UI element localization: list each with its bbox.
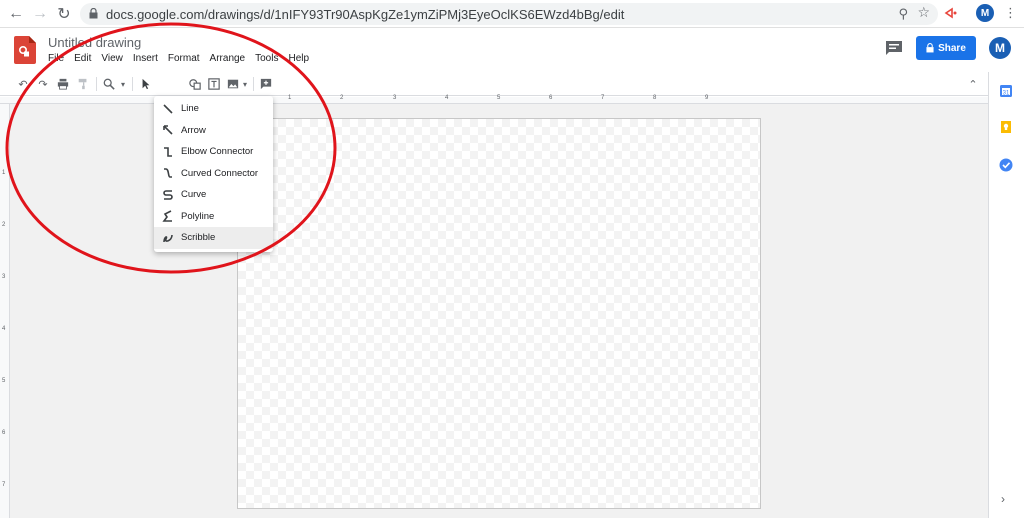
menu-item-arrow[interactable]: Arrow — [154, 120, 273, 142]
browser-profile-avatar[interactable]: M — [976, 4, 994, 22]
tasks-icon[interactable] — [999, 158, 1013, 172]
svg-text:31: 31 — [1003, 91, 1010, 97]
print-icon[interactable] — [56, 77, 70, 91]
toolbar-divider — [96, 77, 97, 91]
calendar-icon[interactable]: 31 — [999, 84, 1013, 98]
ruler-tick: 5 — [497, 95, 501, 101]
redo-icon[interactable]: ↷ — [36, 77, 50, 91]
menu-item-label: Curve — [181, 189, 207, 201]
browser-toolbar: ← → ↻ docs.google.com/drawings/d/1nIFY93… — [0, 0, 1024, 28]
ruler-tick: 7 — [601, 95, 605, 101]
toolbar-divider — [253, 77, 254, 91]
ruler-tick: 2 — [340, 95, 344, 101]
ruler-tick: 6 — [2, 430, 6, 436]
ruler-tick: 9 — [705, 95, 709, 101]
expand-panel-chevron-icon[interactable]: › — [1001, 492, 1005, 506]
shape-icon[interactable] — [188, 77, 202, 91]
paint-format-icon[interactable] — [76, 77, 90, 91]
document-title[interactable]: Untitled drawing — [48, 35, 141, 50]
ruler-tick: 4 — [445, 95, 449, 101]
comment-history-icon[interactable] — [884, 39, 904, 57]
address-bar[interactable]: docs.google.com/drawings/d/1nIFY93Tr90As… — [80, 3, 938, 25]
toolbar-divider — [132, 77, 133, 91]
ruler-tick: 3 — [2, 274, 6, 280]
menu-item-label: Polyline — [181, 210, 215, 222]
menu-item-label: Scribble — [181, 232, 216, 244]
menu-item-label: Line — [181, 103, 199, 115]
ruler-tick: 6 — [549, 95, 553, 101]
menu-item-curve[interactable]: Curve — [154, 184, 273, 206]
menu-item-label: Arrow — [181, 124, 206, 136]
menu-insert[interactable]: Insert — [133, 53, 158, 64]
vertical-ruler: 1 2 3 4 5 6 7 — [0, 104, 10, 518]
menu-item-polyline[interactable]: Polyline — [154, 206, 273, 228]
line-icon — [162, 103, 174, 115]
zoom-icon[interactable]: ⚲ — [898, 6, 908, 22]
share-label: Share — [938, 42, 966, 54]
add-comment-icon[interactable] — [259, 77, 273, 91]
menu-item-label: Curved Connector — [181, 167, 259, 179]
ruler-tick: 4 — [2, 326, 6, 332]
extension-icon[interactable] — [944, 6, 958, 20]
scribble-icon — [162, 232, 174, 244]
curve-icon — [162, 189, 174, 201]
drawing-canvas[interactable] — [237, 118, 761, 509]
ruler-tick: 7 — [2, 482, 6, 488]
text-box-icon[interactable] — [207, 77, 221, 91]
lock-icon — [926, 43, 934, 53]
menu-bar: File Edit View Insert Format Arrange Too… — [48, 53, 319, 64]
ruler-tick: 2 — [2, 222, 6, 228]
browser-menu-icon[interactable]: ⋮ — [1004, 6, 1017, 20]
ruler-tick: 5 — [2, 378, 6, 384]
polyline-icon — [162, 210, 174, 223]
arrow-icon — [162, 124, 174, 136]
curved-connector-icon — [162, 167, 174, 179]
forward-arrow-icon[interactable]: → — [30, 4, 50, 24]
menu-tools[interactable]: Tools — [255, 53, 278, 64]
elbow-connector-icon — [162, 146, 174, 158]
select-cursor-icon[interactable] — [139, 77, 153, 91]
bookmark-star-icon[interactable]: ☆ — [917, 4, 930, 21]
ruler-tick: 3 — [393, 95, 397, 101]
menu-file[interactable]: File — [48, 53, 64, 64]
menu-item-elbow-connector[interactable]: Elbow Connector — [154, 141, 273, 163]
toolbar: ↶ ↷ ▾ ▾ ▾ ⌃ — [0, 72, 988, 166]
menu-arrange[interactable]: Arrange — [210, 53, 246, 64]
zoom-dropdown-chevron-icon[interactable]: ▾ — [116, 77, 130, 91]
share-button[interactable]: Share — [916, 36, 976, 60]
menu-format[interactable]: Format — [168, 53, 200, 64]
drawings-logo-icon[interactable] — [14, 36, 36, 64]
horizontal-ruler: 1 2 3 4 5 6 7 8 9 — [0, 95, 988, 104]
collapse-chevron-up-icon[interactable]: ⌃ — [966, 77, 980, 91]
line-tool-menu: Line Arrow Elbow Connector Curved Connec… — [154, 96, 273, 252]
ruler-tick: 1 — [2, 170, 6, 176]
reload-icon[interactable]: ↻ — [54, 4, 74, 24]
side-panel: 31 › — [988, 72, 1024, 518]
menu-edit[interactable]: Edit — [74, 53, 91, 64]
ruler-tick: 1 — [288, 95, 292, 101]
undo-icon[interactable]: ↶ — [16, 77, 30, 91]
menu-help[interactable]: Help — [288, 53, 309, 64]
ruler-tick: 8 — [653, 95, 657, 101]
image-dropdown-chevron-icon[interactable]: ▾ — [238, 77, 252, 91]
url-text: docs.google.com/drawings/d/1nIFY93Tr90As… — [106, 6, 625, 22]
lock-icon — [89, 8, 98, 19]
zoom-icon[interactable] — [102, 77, 116, 91]
menu-item-curved-connector[interactable]: Curved Connector — [154, 163, 273, 185]
back-arrow-icon[interactable]: ← — [6, 4, 26, 24]
menu-item-label: Elbow Connector — [181, 146, 254, 158]
keep-icon[interactable] — [999, 120, 1013, 134]
account-avatar[interactable]: M — [989, 37, 1011, 59]
menu-item-scribble[interactable]: Scribble — [154, 227, 273, 249]
menu-view[interactable]: View — [101, 53, 123, 64]
menu-item-line[interactable]: Line — [154, 98, 273, 120]
